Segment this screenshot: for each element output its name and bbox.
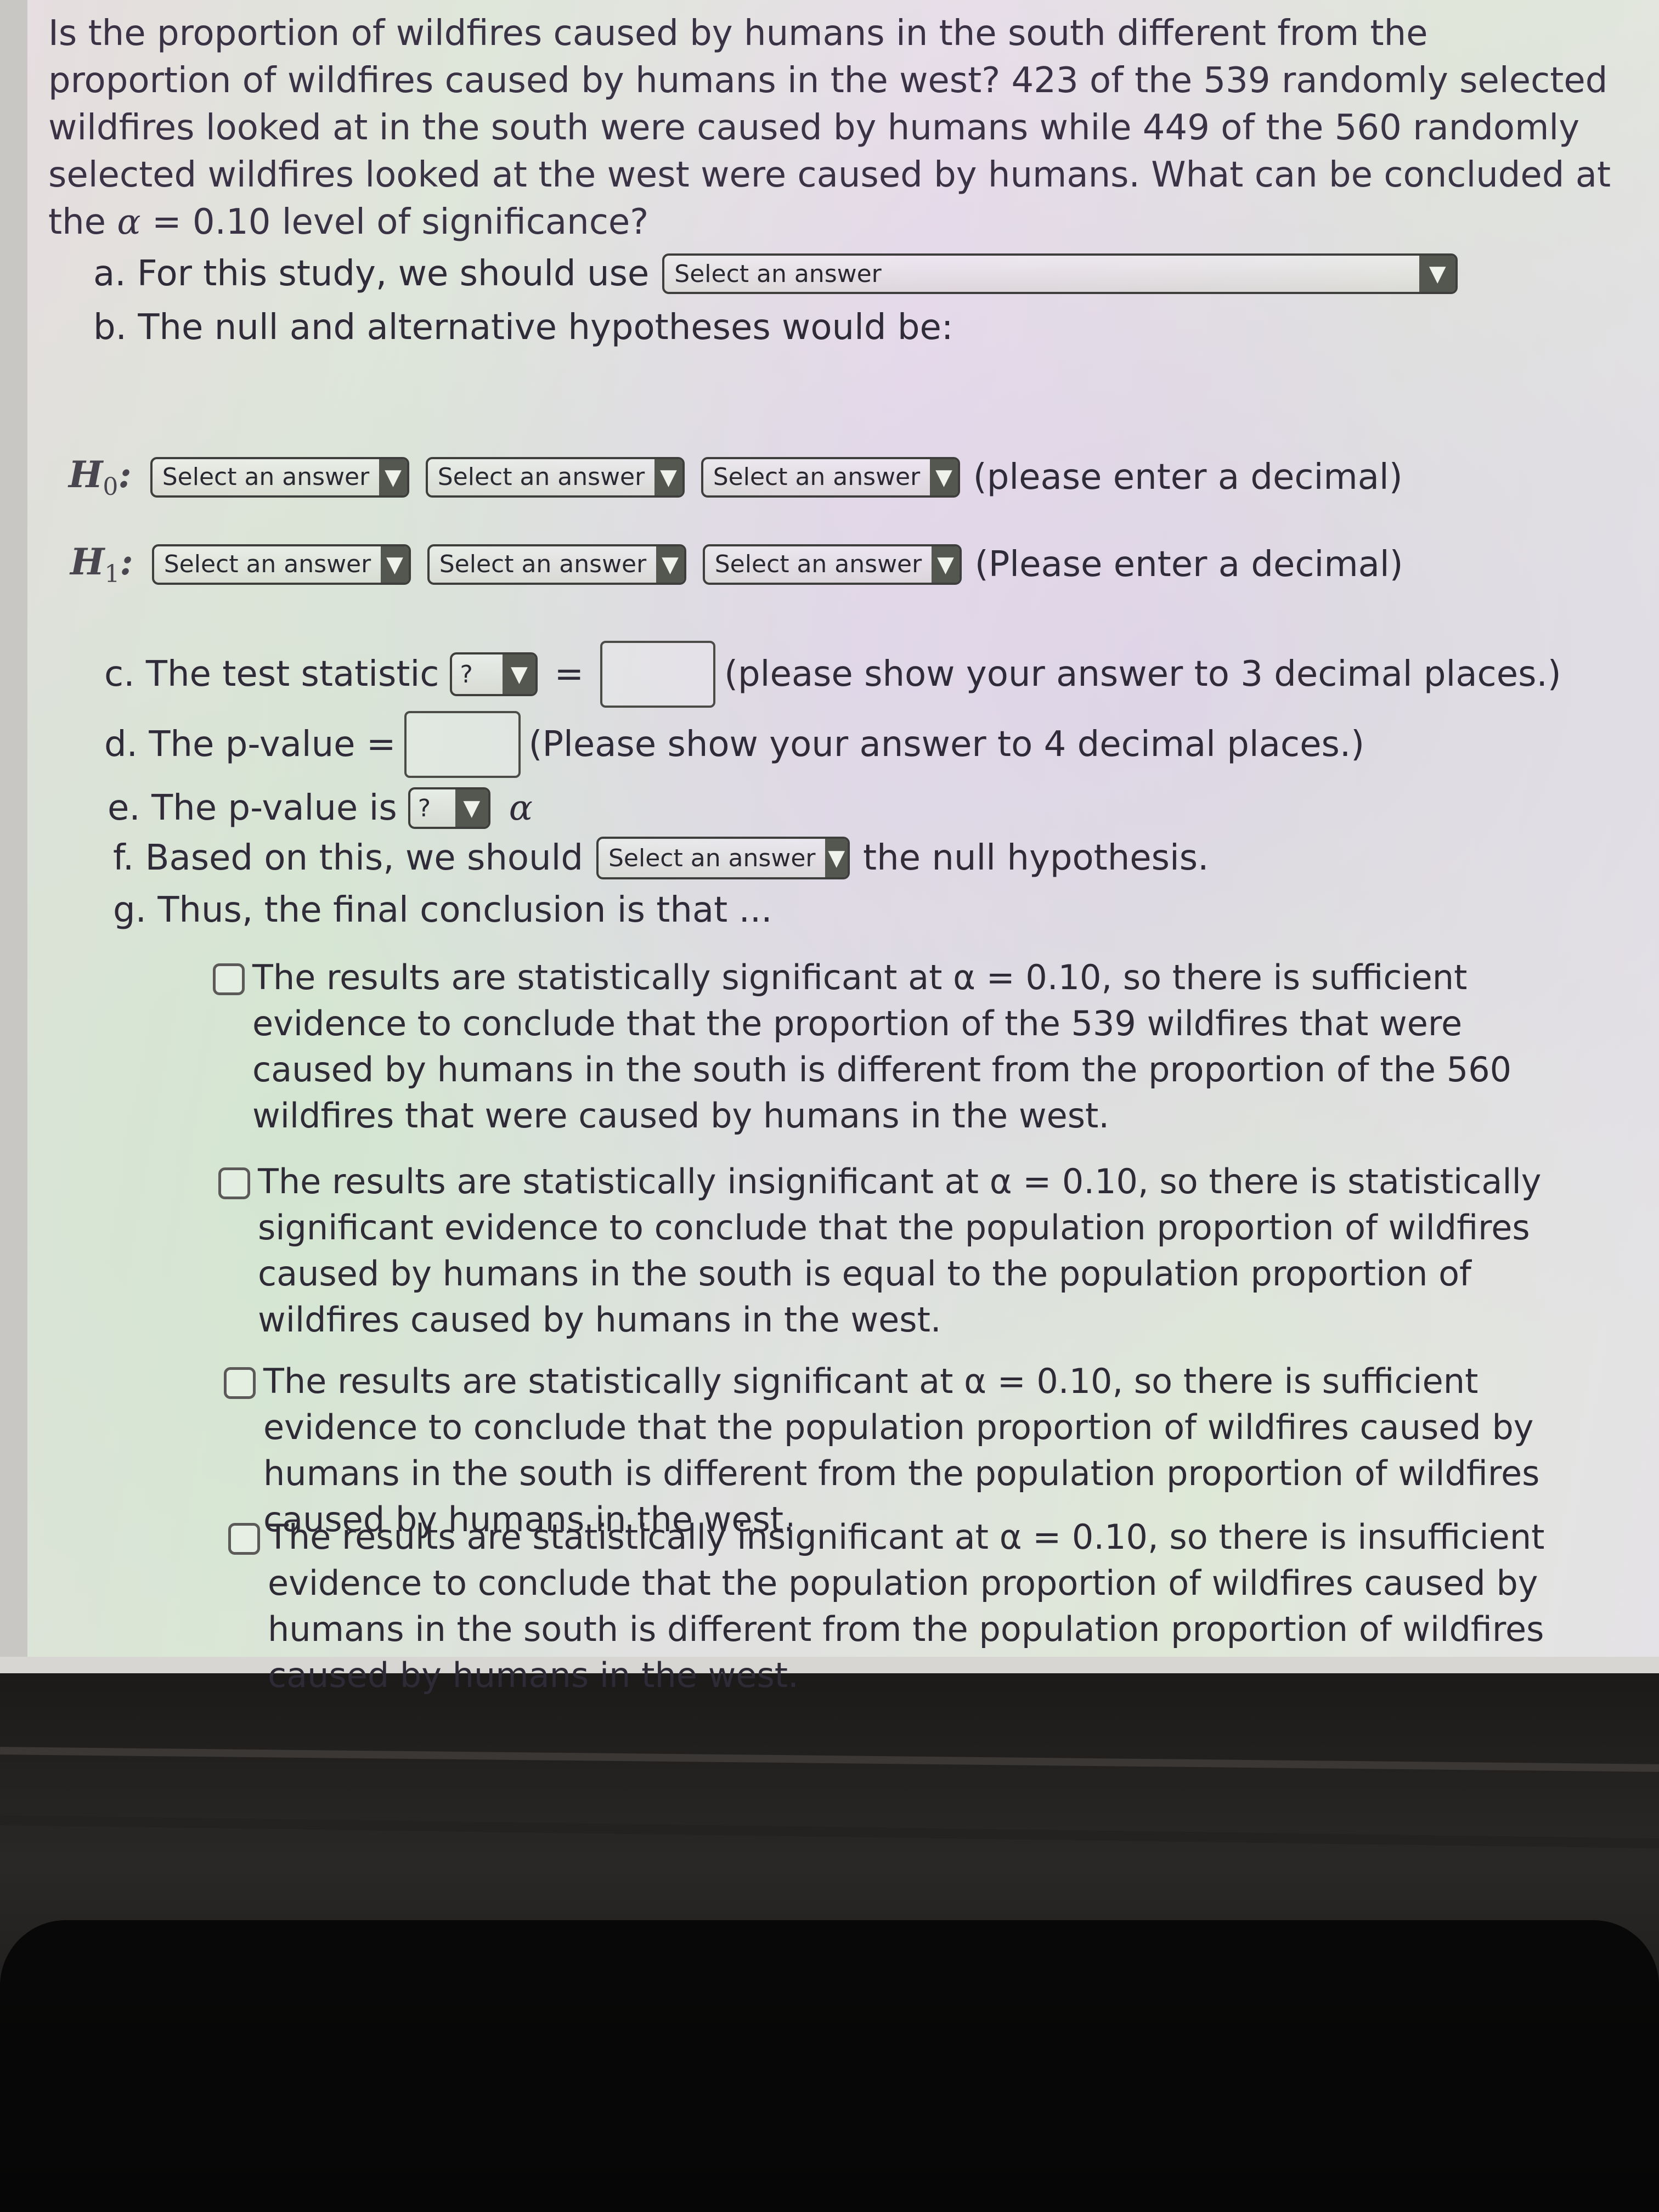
h-subscript: 1: [104, 560, 120, 589]
part-f-suffix: the null hypothesis.: [863, 838, 1209, 878]
part-d-hint: (Please show your answer to 4 decimal pl…: [528, 724, 1365, 765]
chevron-down-icon: ▼: [656, 546, 684, 583]
select-value: Select an answer: [163, 550, 371, 579]
reject-decision-select[interactable]: Select an answer ▼: [596, 837, 850, 879]
part-g: g. Thus, the final conclusion is that ..…: [113, 890, 772, 930]
part-a-label: a. For this study, we should use: [93, 253, 650, 294]
h0-value-select[interactable]: Select an answer ▼: [701, 456, 960, 498]
h-subscript: 0: [103, 473, 119, 501]
h1-value-select[interactable]: Select an answer ▼: [702, 544, 962, 585]
select-value: Select an answer: [439, 550, 647, 579]
part-a: a. For this study, we should use Select …: [93, 253, 1458, 294]
h0-operator-select[interactable]: Select an answer ▼: [425, 456, 685, 498]
question-part: = 0.10 level of significance?: [140, 202, 649, 242]
select-value: Select an answer: [714, 550, 922, 579]
question-text: Is the proportion of wildfires caused by…: [48, 10, 1617, 246]
test-type-select[interactable]: Select an answer ▼: [662, 253, 1458, 294]
checkbox[interactable]: [228, 1523, 260, 1555]
chevron-down-icon: ▼: [932, 546, 960, 583]
p-value-input[interactable]: [404, 711, 521, 778]
alpha-symbol: α: [509, 788, 533, 828]
alpha-symbol: α: [117, 202, 141, 242]
chevron-down-icon: ▼: [503, 654, 536, 694]
h-letter: H: [70, 540, 105, 583]
conclusion-option-text: The results are statistically significan…: [252, 957, 1512, 1136]
select-value: Select an answer: [713, 463, 921, 492]
conclusion-option[interactable]: The results are statistically insignific…: [228, 1514, 1578, 1699]
chevron-down-icon: ▼: [455, 789, 488, 827]
test-statistic-input[interactable]: [600, 641, 716, 708]
checkbox[interactable]: [224, 1367, 256, 1399]
h0-hint: (please enter a decimal): [973, 456, 1403, 498]
chevron-down-icon: ▼: [381, 546, 409, 583]
part-g-label: g. Thus, the final conclusion is that ..…: [113, 890, 772, 930]
part-c: c. The test statistic ? ▼ = (please show…: [104, 641, 1561, 708]
chevron-down-icon: ▼: [654, 459, 682, 495]
checkbox[interactable]: [218, 1167, 250, 1199]
h0-parameter-select[interactable]: Select an answer ▼: [150, 456, 409, 498]
chevron-down-icon: ▼: [1419, 256, 1456, 292]
checkbox[interactable]: [213, 963, 245, 995]
part-e-label: e. The p-value is: [108, 788, 397, 828]
select-value: ?: [460, 660, 473, 689]
chevron-down-icon: ▼: [825, 839, 848, 877]
part-f: f. Based on this, we should Select an an…: [113, 837, 1209, 879]
conclusion-option[interactable]: The results are statistically significan…: [213, 955, 1579, 1139]
h1-hint: (Please enter a decimal): [974, 544, 1403, 585]
test-statistic-type-select[interactable]: ? ▼: [450, 652, 538, 696]
part-d: d. The p-value = (Please show your answe…: [104, 711, 1364, 778]
screen-bezel: [0, 0, 27, 1673]
h-letter: H: [69, 453, 103, 496]
h1-parameter-select[interactable]: Select an answer ▼: [151, 544, 411, 585]
select-value: Select an answer: [608, 844, 816, 872]
h0-symbol: H0:: [69, 453, 132, 501]
hand-shadow: [0, 1920, 1659, 2212]
conclusion-option-text: The results are statistically insignific…: [258, 1161, 1542, 1340]
select-value: Select an answer: [162, 463, 370, 492]
select-value: Select an answer: [674, 259, 882, 288]
part-e: e. The p-value is ? ▼ α: [108, 787, 533, 829]
chevron-down-icon: ▼: [379, 459, 407, 495]
part-d-label: d. The p-value =: [104, 724, 396, 765]
conclusion-option-text: The results are statistically insignific…: [268, 1517, 1545, 1695]
part-b: b. The null and alternative hypotheses w…: [93, 307, 953, 348]
select-value: Select an answer: [437, 463, 645, 492]
null-hypothesis-row: H0: Select an answer ▼ Select an answer …: [69, 453, 1403, 501]
conclusion-option[interactable]: The results are statistically insignific…: [218, 1159, 1568, 1343]
alternative-hypothesis-row: H1: Select an answer ▼ Select an answer …: [70, 540, 1403, 588]
chevron-down-icon: ▼: [930, 459, 958, 495]
equals-sign: =: [554, 654, 584, 695]
part-c-label: c. The test statistic: [104, 654, 439, 695]
part-c-hint: (please show your answer to 3 decimal pl…: [724, 654, 1561, 695]
part-b-label: b. The null and alternative hypotheses w…: [93, 307, 953, 348]
h-colon: :: [118, 453, 132, 496]
h1-operator-select[interactable]: Select an answer ▼: [427, 544, 686, 585]
h1-symbol: H1:: [70, 540, 133, 588]
select-value: ?: [417, 794, 431, 822]
h-colon: :: [120, 540, 133, 583]
p-value-comparison-select[interactable]: ? ▼: [408, 787, 490, 829]
part-f-label: f. Based on this, we should: [113, 838, 583, 878]
